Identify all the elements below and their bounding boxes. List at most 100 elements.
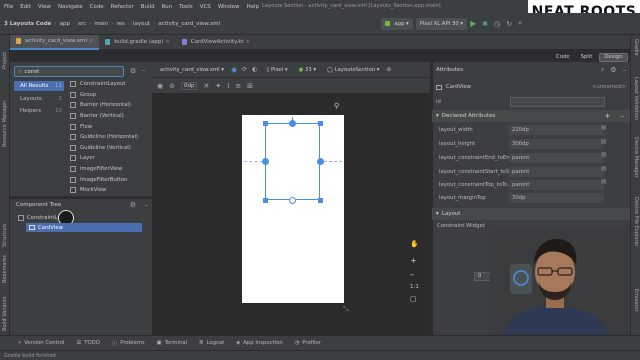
pin-icon[interactable]: ⚲ [334,102,339,110]
palette-item-guideline-vertical[interactable]: Guideline (Vertical) [70,143,131,154]
zoom-fit-icon[interactable]: ▢ [410,295,424,303]
resize-handle[interactable] [263,198,268,203]
resize-handle[interactable] [263,121,268,126]
layout-validation-tab[interactable]: Layout Validation [633,77,639,120]
breadcrumb-app[interactable]: app [60,21,70,27]
add-attribute-icon[interactable]: + [605,112,611,120]
tab-app-inspection[interactable]: ◈ App Inspection [236,340,282,346]
menu-vcs[interactable]: VCS [200,4,211,10]
palette-settings-icon[interactable]: ⚙ [130,67,136,75]
menu-navigate[interactable]: Navigate [58,4,83,10]
attr-row-constraint-top[interactable]: layout_constraintTop_toTo... parent [435,178,610,192]
search-icon[interactable]: ⌕ [601,66,604,74]
palette-item-flow[interactable]: Flow [70,121,92,132]
settings-icon[interactable]: ⚙ [610,66,616,74]
palette-item-imagefilterbutton[interactable]: ImageFilterButton [70,174,127,185]
palette-minimize-icon[interactable]: – [142,66,146,74]
layers-icon[interactable]: ◆ [231,65,237,74]
resize-handle[interactable] [318,121,323,126]
search-everywhere-icon[interactable]: ⌕ [518,19,522,28]
resize-grip-icon[interactable]: ⤡ [343,305,349,314]
device-manager-tab[interactable]: Device Manager [633,137,639,178]
minimize-icon[interactable]: – [623,66,627,74]
menu-help[interactable]: Help [247,4,260,10]
run-config-select[interactable]: app ▾ [381,17,413,30]
theme-select[interactable]: ◯ LayoutsSection ▾ [323,64,383,76]
breadcrumb-layout[interactable]: layout [133,21,150,27]
code-view-button[interactable]: Code [552,53,574,62]
tree-settings-icon[interactable]: ⚙ [130,201,136,209]
menu-edit[interactable]: Edit [20,4,31,10]
tab-build-gradle[interactable]: build.gradle (app) × [99,35,176,50]
resource-picker-icon[interactable]: ▤ [601,124,610,138]
device-select[interactable]: Pixel XL API 30 ▾ [415,17,468,30]
menu-tools[interactable]: Tools [179,4,193,10]
tab-terminal[interactable]: ▣ Terminal [157,340,187,346]
bottom-anchor[interactable] [289,197,296,204]
attr-row-margin-top[interactable]: layout_marginTop 30dp [435,191,610,205]
palette-item-group[interactable]: Group [70,90,96,101]
menu-window[interactable]: Window [218,4,240,10]
menu-run[interactable]: Run [162,4,173,10]
guidelines-icon[interactable]: I [227,82,229,90]
project-tool-tab[interactable]: Project [2,52,8,69]
close-icon[interactable]: × [89,38,94,44]
night-mode-icon[interactable]: ◐ [252,66,257,73]
layout-file-select[interactable]: activity_card_view.xml ▾ [156,64,228,76]
resize-handle[interactable] [318,198,323,203]
device-file-explorer-tab[interactable]: Device File Explorer [633,197,639,246]
menu-build[interactable]: Build [141,4,155,10]
layout-section-header[interactable]: ▾ Layout [432,208,630,220]
close-icon[interactable]: × [165,39,170,45]
attr-value-input[interactable]: 30dp [509,193,604,203]
autoconnect-icon[interactable]: ⊘ [169,82,175,90]
palette-item-barrier-vertical[interactable]: Barrier (Vertical) [70,111,124,122]
align-icon[interactable]: ≡ [235,82,241,90]
end-anchor[interactable] [317,158,324,165]
pack-icon[interactable]: ⊞ [247,82,253,90]
resource-picker-icon[interactable]: ▤ [601,165,610,179]
structure-tab[interactable]: Structure [2,224,8,247]
orientation-icon[interactable]: ⟳ [242,66,247,73]
breadcrumb-main[interactable]: main [94,21,108,27]
id-input[interactable] [510,96,605,107]
start-anchor[interactable] [262,158,269,165]
pan-icon[interactable]: ✋ [410,240,424,248]
attr-row-constraint-start[interactable]: layout_constraintStart_toSta... parent [435,165,610,179]
tab-todo[interactable]: ☰ TODO [77,340,100,346]
palette-item-imagefilterview[interactable]: ImageFilterView [70,164,122,175]
remove-attribute-icon[interactable]: – [621,112,625,120]
menu-view[interactable]: View [38,4,51,10]
palette-item-mockview[interactable]: MockView [70,185,106,196]
attr-value-input[interactable]: 300dp [509,139,604,149]
project-name[interactable]: 3 Layouts Code [4,21,51,27]
cardview-selection[interactable] [265,123,320,200]
top-anchor[interactable] [289,120,296,127]
resource-picker-icon[interactable]: ▤ [601,178,610,192]
tab-logcat[interactable]: ≣ Logcat [199,340,224,346]
tab-problems[interactable]: ⓘ Problems [112,339,145,347]
close-icon[interactable]: × [245,39,250,45]
zoom-out-icon[interactable]: – [410,270,424,279]
tab-profiler[interactable]: ◔ Profiler [295,340,321,346]
default-margin-select[interactable]: 0dp [180,81,198,90]
palette-category-all[interactable]: All Results 11 [14,81,64,91]
menu-file[interactable]: File [4,4,13,10]
palette-item-guideline-horizontal[interactable]: Guideline (Horizontal) [70,132,138,143]
palette-category-helpers[interactable]: Helpers 10 [14,106,64,116]
resource-manager-tab[interactable]: Resource Manager [2,101,8,147]
palette-item-barrier-horizontal[interactable]: Barrier (Horizontal) [70,100,131,111]
infer-constraints-icon[interactable]: ✦ [215,82,221,90]
sync-icon[interactable]: ↻ [506,20,512,28]
tab-cardview-activity[interactable]: CardViewActivity.kt × [176,35,256,50]
attr-row-layout-height[interactable]: layout_height 300dp [435,137,610,151]
emulator-tab[interactable]: Emulator [633,289,639,312]
tab-activity-card-view[interactable]: activity_card_view.xml × [10,34,100,50]
view-options-icon[interactable]: ◉ [157,82,163,90]
declared-attributes-header[interactable]: ▾ Declared Attributes + – [432,110,630,122]
tree-minimize-icon[interactable]: – [145,201,149,209]
tab-version-control[interactable]: ⑂ Version Control [18,340,65,346]
run-icon[interactable]: ▶ [470,19,476,28]
attr-value-input[interactable]: parent [509,180,604,190]
zoom-in-icon[interactable]: + [410,256,424,265]
